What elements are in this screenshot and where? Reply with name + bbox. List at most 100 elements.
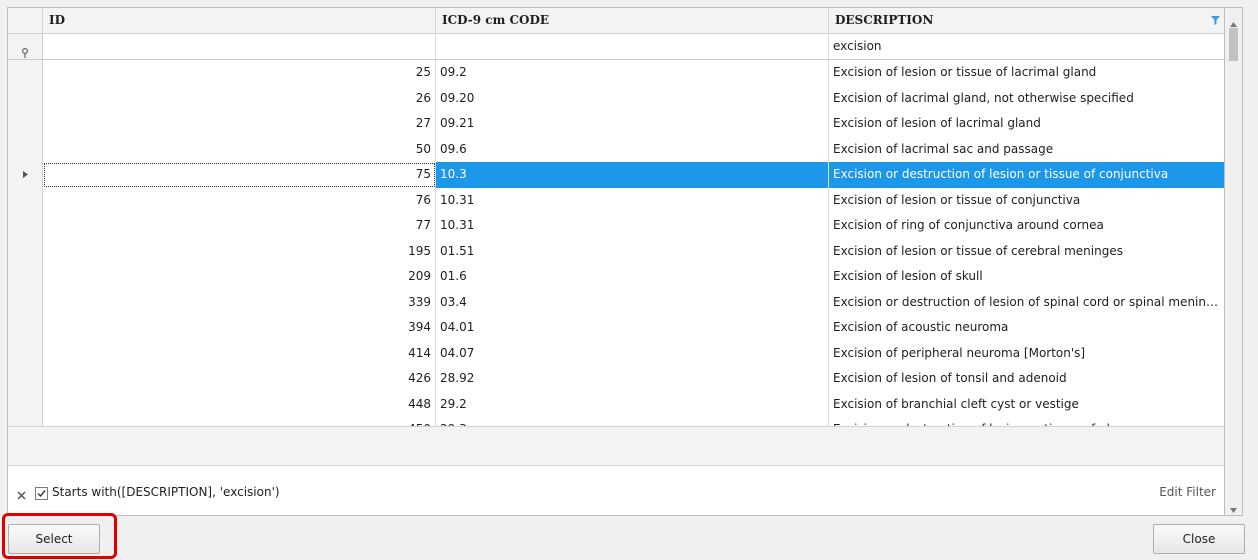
table-row[interactable]: 75 10.3 Excision or destruction of lesion … xyxy=(8,162,1224,188)
cell-description[interactable]: Excision or destruction of lesion or tis… xyxy=(829,162,1224,188)
cell-description[interactable]: Excision of lacrimal gland, not otherwis… xyxy=(829,86,1224,112)
edit-filter-link[interactable]: Edit Filter xyxy=(1159,485,1216,499)
cell-description[interactable]: Excision of acoustic neuroma xyxy=(829,315,1224,341)
close-x-icon[interactable] xyxy=(17,489,26,503)
cell-code[interactable]: 01.6 xyxy=(436,264,829,290)
table-row[interactable]: 45029.3Excision or destruction of lesion… xyxy=(8,417,1224,426)
cell-description[interactable]: Excision of lesion or tissue of conjunct… xyxy=(829,188,1224,214)
cell-id[interactable]: 77 xyxy=(43,213,436,239)
row-indicator[interactable] xyxy=(8,187,43,213)
table-row[interactable]: 25 09.2 Excision of lesion or tissue of la… xyxy=(8,60,1224,86)
cell-code[interactable]: 10.3 xyxy=(436,162,829,188)
cell-code[interactable]: 10.31 xyxy=(436,213,829,239)
grid-rows: 25 09.2 Excision of lesion or tissue of la… xyxy=(8,60,1224,426)
cell-description[interactable]: Excision of ring of conjunctiva around c… xyxy=(829,213,1224,239)
cell-id[interactable]: 75 xyxy=(43,162,436,188)
cell-id[interactable]: 448 xyxy=(43,391,436,417)
row-indicator[interactable] xyxy=(8,315,43,341)
table-row[interactable]: 426 28.92 Excision of lesion of tonsil and… xyxy=(8,366,1224,392)
cell-id[interactable]: 450 xyxy=(43,417,436,426)
filter-expression[interactable]: Starts with([DESCRIPTION], 'excision') xyxy=(52,485,280,499)
checkmark-icon xyxy=(37,490,46,498)
row-indicator[interactable] xyxy=(8,366,43,392)
column-header-description-label: DESCRIPTION xyxy=(835,13,934,27)
cell-code[interactable]: 09.20 xyxy=(436,85,829,111)
scrollbar-thumb[interactable] xyxy=(1229,28,1238,61)
row-indicator[interactable] xyxy=(8,162,43,188)
cell-description[interactable]: Excision of lesion or tissue of cerebral… xyxy=(829,239,1224,265)
filter-cell-description[interactable]: excision xyxy=(829,34,1224,60)
cell-description[interactable]: Excision of branchial cleft cyst or vest… xyxy=(829,392,1224,418)
row-indicator[interactable] xyxy=(8,289,43,315)
cell-code[interactable]: 28.92 xyxy=(436,366,829,392)
table-row[interactable]: 26 09.20 Excision of lacrimal gland, not o… xyxy=(8,85,1224,112)
cell-code[interactable]: 04.01 xyxy=(436,315,829,341)
cell-id[interactable]: 394 xyxy=(43,315,436,341)
cell-id[interactable]: 26 xyxy=(43,85,436,111)
cell-description[interactable]: Excision of lesion of tonsil and adenoid xyxy=(829,366,1224,392)
row-indicator[interactable] xyxy=(8,238,43,264)
table-row[interactable]: 394 04.01 Excision of acoustic neuroma xyxy=(8,315,1224,341)
cell-id[interactable]: 414 xyxy=(43,340,436,366)
cell-description[interactable]: Excision of lesion of skull xyxy=(829,264,1224,290)
cell-description[interactable]: Excision or destruction of lesion or tis… xyxy=(829,417,1224,426)
row-indicator[interactable] xyxy=(8,213,43,239)
cell-id[interactable]: 195 xyxy=(43,238,436,264)
table-row[interactable]: 50 09.6 Excision of lacrimal sac and passa… xyxy=(8,136,1224,163)
row-indicator[interactable] xyxy=(8,111,43,137)
table-row[interactable]: 209 01.6 Excision of lesion of skull xyxy=(8,264,1224,290)
cell-code[interactable]: 09.2 xyxy=(436,60,829,86)
row-indicator[interactable] xyxy=(8,417,43,426)
table-row[interactable]: 339 03.4 Excision or destruction of lesion… xyxy=(8,289,1224,316)
row-indicator[interactable] xyxy=(8,85,43,111)
cell-id[interactable]: 76 xyxy=(43,187,436,213)
filter-row-indicator xyxy=(8,34,43,60)
data-grid[interactable]: ID ICD-9 cm CODE DESCRIPTION excision 25… xyxy=(7,7,1225,516)
table-row[interactable]: 76 10.31 Excision of lesion or tissue of c… xyxy=(8,187,1224,214)
table-row[interactable]: 195 01.51 Excision of lesion or tissue of … xyxy=(8,238,1224,265)
column-header-id[interactable]: ID xyxy=(43,8,436,34)
cell-id[interactable]: 50 xyxy=(43,136,436,162)
close-button[interactable]: Close xyxy=(1153,524,1245,554)
table-row[interactable]: 414 04.07 Excision of peripheral neuroma [… xyxy=(8,340,1224,367)
cell-code[interactable]: 29.2 xyxy=(436,391,829,417)
cell-code[interactable]: 03.4 xyxy=(436,289,829,315)
filter-cell-code[interactable] xyxy=(436,34,829,60)
column-header-code[interactable]: ICD-9 cm CODE xyxy=(436,8,829,34)
cell-code[interactable]: 29.3 xyxy=(436,417,829,426)
cell-description[interactable]: Excision of peripheral neuroma [Morton's… xyxy=(829,341,1224,367)
cell-code[interactable]: 10.31 xyxy=(436,187,829,213)
row-indicator[interactable] xyxy=(8,340,43,366)
table-row[interactable]: 77 10.31 Excision of ring of conjunctiva a… xyxy=(8,213,1224,239)
cell-id[interactable]: 426 xyxy=(43,366,436,392)
down-arrow-icon[interactable] xyxy=(1230,502,1237,516)
column-header-description[interactable]: DESCRIPTION xyxy=(829,8,1224,34)
row-indicator[interactable] xyxy=(8,136,43,162)
cell-code[interactable]: 04.07 xyxy=(436,340,829,366)
cell-description[interactable]: Excision of lacrimal sac and passage xyxy=(829,137,1224,163)
cell-code[interactable]: 09.6 xyxy=(436,136,829,162)
cell-description[interactable]: Excision of lesion or tissue of lacrimal… xyxy=(829,60,1224,86)
row-indicator[interactable] xyxy=(8,264,43,290)
table-row[interactable]: 27 09.21 Excision of lesion of lacrimal gl… xyxy=(8,111,1224,137)
row-indicator[interactable] xyxy=(8,60,43,86)
row-indicator-header xyxy=(8,8,43,34)
filter-panel: Starts with([DESCRIPTION], 'excision') E… xyxy=(8,466,1224,515)
cell-description[interactable]: Excision or destruction of lesion of spi… xyxy=(829,290,1224,316)
cell-code[interactable]: 01.51 xyxy=(436,238,829,264)
grid-footer xyxy=(8,426,1224,466)
filter-enabled-checkbox[interactable] xyxy=(35,487,48,500)
cell-description[interactable]: Excision of lesion of lacrimal gland xyxy=(829,111,1224,137)
cell-id[interactable]: 209 xyxy=(43,264,436,290)
filter-cell-id[interactable] xyxy=(43,34,436,60)
vertical-scrollbar[interactable] xyxy=(1225,7,1243,516)
triangle-right-icon xyxy=(23,171,28,178)
cell-id[interactable]: 27 xyxy=(43,111,436,137)
funnel-icon[interactable] xyxy=(1211,9,1220,34)
cell-id[interactable]: 339 xyxy=(43,289,436,315)
row-indicator[interactable] xyxy=(8,391,43,417)
cell-code[interactable]: 09.21 xyxy=(436,111,829,137)
cell-id[interactable]: 25 xyxy=(43,60,436,86)
table-row[interactable]: 448 29.2 Excision of branchial cleft cyst … xyxy=(8,391,1224,418)
highlight-box xyxy=(2,513,117,559)
